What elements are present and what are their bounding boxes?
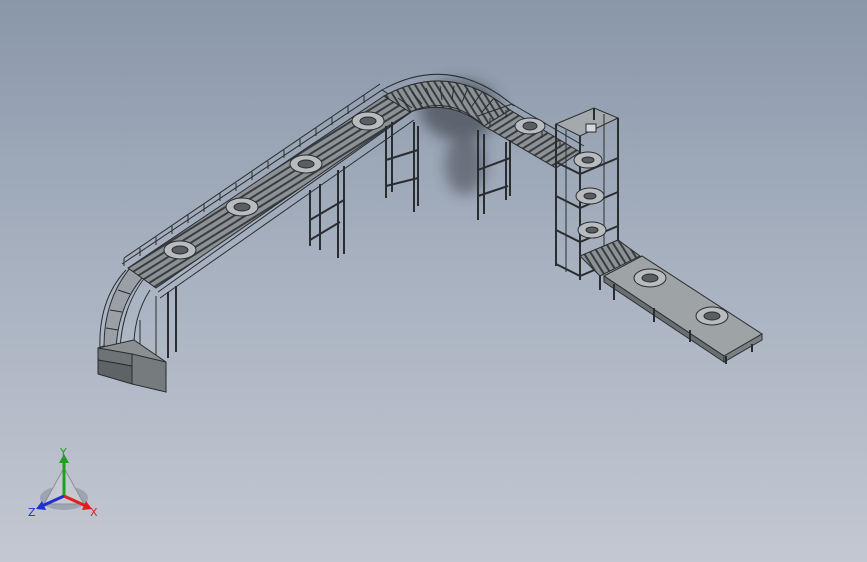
axis-triad[interactable]: Y X Z <box>22 446 106 526</box>
part-disc <box>351 111 385 131</box>
conveyed-parts-upper <box>514 117 546 135</box>
part-disc <box>514 117 546 135</box>
y-axis-label: Y <box>59 446 67 459</box>
part-disc <box>633 268 667 288</box>
z-axis-label: Z <box>28 506 36 519</box>
part-disc <box>163 240 197 260</box>
cad-viewport[interactable]: Y X Z <box>0 0 867 562</box>
part-disc <box>577 221 607 239</box>
part-disc <box>575 187 605 205</box>
belt-conveyor[interactable] <box>603 255 763 364</box>
part-disc <box>573 151 603 169</box>
part-disc <box>225 197 259 217</box>
x-axis-label: X <box>90 506 98 519</box>
tower-parts <box>573 123 607 239</box>
part-disc <box>695 306 729 326</box>
part-disc <box>289 154 323 174</box>
conveyor-assembly-model[interactable] <box>0 0 867 562</box>
